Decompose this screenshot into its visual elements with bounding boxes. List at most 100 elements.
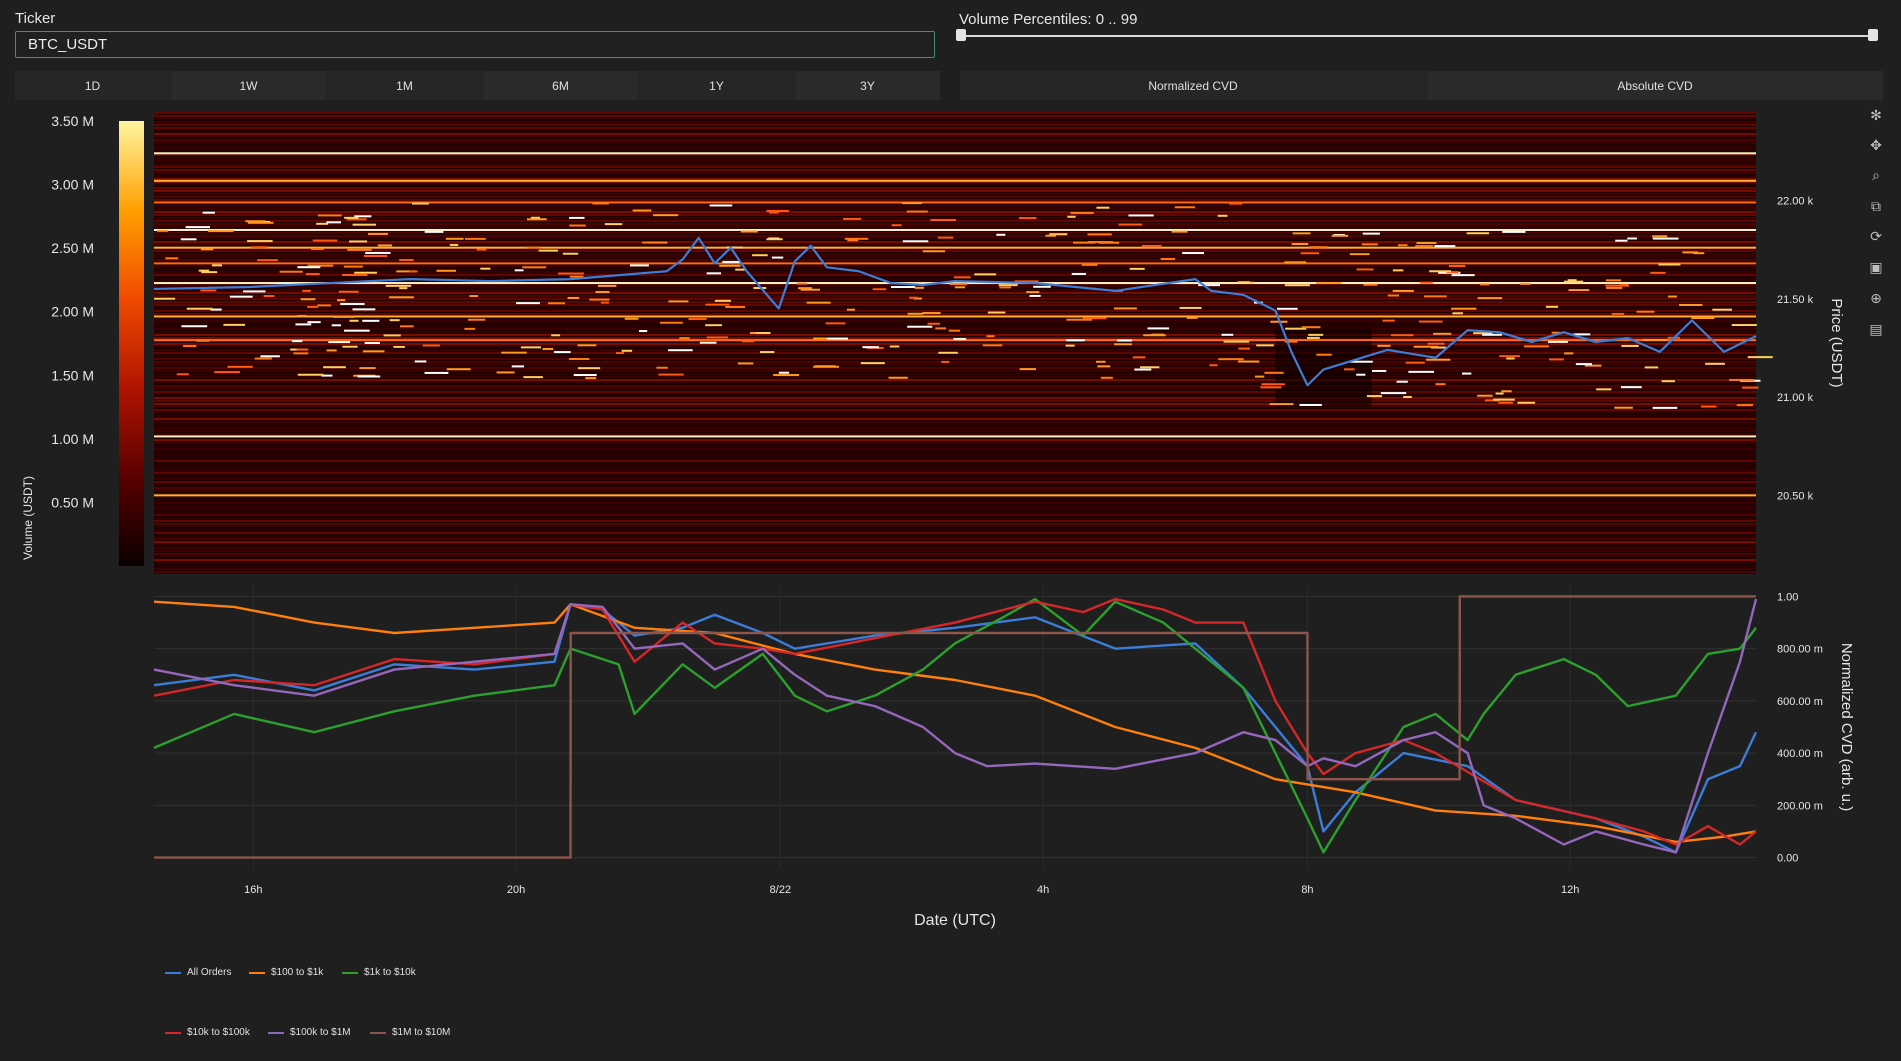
heatmap-cell bbox=[523, 376, 543, 379]
heatmap-row bbox=[154, 469, 1756, 471]
legend-item-1k-to-10k[interactable]: $1k to $10k bbox=[342, 967, 416, 978]
heatmap-cell bbox=[949, 283, 968, 286]
legend-item-1m-to-10m[interactable]: $1M to $10M bbox=[370, 1027, 450, 1038]
heatmap-cell bbox=[847, 239, 859, 242]
heatmap-cell bbox=[227, 365, 253, 368]
price-axis: 22.00 k 21.50 k 21.00 k 20.50 k bbox=[1777, 195, 1814, 502]
heatmap-cell bbox=[1682, 251, 1699, 254]
cvd-y-axis: 1.00 800.00 m 600.00 m 400.00 m 200.00 m 0.00 bbox=[1777, 591, 1823, 864]
heatmap-row bbox=[154, 124, 1756, 126]
tab-1w[interactable]: 1W bbox=[171, 71, 327, 100]
heatmap-row bbox=[154, 475, 1756, 477]
legend-item-100-to-1k[interactable]: $100 to $1k bbox=[249, 967, 323, 978]
tab-1m[interactable]: 1M bbox=[327, 71, 483, 100]
heatmap-cell bbox=[223, 323, 246, 326]
heatmap-row bbox=[154, 343, 1756, 345]
heatmap-cell bbox=[254, 357, 272, 360]
heatmap-cell bbox=[1066, 318, 1093, 321]
heatmap-cell bbox=[1147, 327, 1170, 330]
heatmap-cell bbox=[1238, 347, 1251, 350]
heatmap-cell bbox=[1661, 380, 1675, 383]
heatmap-row bbox=[154, 418, 1756, 420]
comment-icon[interactable]: ▤ bbox=[1867, 320, 1885, 338]
heatmap-row bbox=[154, 118, 1756, 120]
heatmap-row bbox=[154, 121, 1756, 123]
tab-1y[interactable]: 1Y bbox=[639, 71, 795, 100]
heatmap-cell bbox=[719, 264, 741, 267]
heatmap-cell bbox=[176, 373, 189, 376]
heatmap-row bbox=[154, 325, 1756, 327]
heatmap-cell bbox=[338, 290, 359, 293]
slider-handle-min[interactable] bbox=[956, 29, 966, 41]
legend-swatch bbox=[268, 1031, 284, 1034]
heatmap-cell bbox=[514, 269, 524, 272]
legend-item-100k-to-1m[interactable]: $100k to $1M bbox=[268, 1027, 351, 1038]
cvd-tick: 0.00 bbox=[1777, 853, 1798, 865]
heatmap-row bbox=[154, 502, 1756, 504]
plotly-logo-icon[interactable]: ✻ bbox=[1867, 106, 1885, 124]
heatmap-cell bbox=[907, 312, 924, 315]
heatmap-cell bbox=[297, 315, 307, 318]
heatmap-cell bbox=[291, 340, 303, 343]
heatmap-cell bbox=[296, 348, 309, 351]
heatmap-cell bbox=[1113, 307, 1137, 310]
heatmap-cell bbox=[342, 345, 358, 348]
heatmap-cell bbox=[257, 259, 278, 262]
heatmap-cell bbox=[1256, 344, 1274, 347]
heatmap-cell bbox=[1433, 332, 1452, 335]
heatmap-row bbox=[154, 442, 1756, 444]
heatmap-cell bbox=[1466, 232, 1490, 235]
heatmap-cell bbox=[1132, 356, 1146, 359]
tab-normalized-cvd[interactable]: Normalized CVD bbox=[960, 71, 1427, 100]
heatmap-cell bbox=[1658, 263, 1681, 266]
legend-item-all-orders[interactable]: All Orders bbox=[165, 967, 231, 978]
heatmap-cell bbox=[1712, 308, 1733, 311]
heatmap-cell bbox=[1614, 406, 1633, 409]
heatmap-cell bbox=[569, 216, 585, 219]
heatmap-cell bbox=[1435, 383, 1446, 386]
save-icon[interactable]: ▣ bbox=[1867, 258, 1885, 276]
heatmap-cell bbox=[889, 345, 900, 348]
heatmap-cell bbox=[297, 373, 324, 376]
zoom-box-icon[interactable]: ⧉ bbox=[1867, 197, 1885, 215]
legend-swatch bbox=[249, 971, 265, 974]
heatmap-cell bbox=[263, 295, 275, 298]
zoom-icon[interactable]: ⌕ bbox=[1867, 166, 1885, 184]
heatmap-row bbox=[154, 523, 1756, 525]
heatmap-cell bbox=[251, 246, 268, 249]
heatmap-cell bbox=[1067, 215, 1076, 218]
legend-swatch bbox=[370, 1031, 386, 1034]
heatmap-cell bbox=[383, 334, 401, 337]
heatmap-cell bbox=[1620, 283, 1629, 286]
heatmap-cell bbox=[813, 365, 839, 368]
tab-absolute-cvd[interactable]: Absolute CVD bbox=[1427, 71, 1884, 100]
reset-icon[interactable]: ⟳ bbox=[1867, 227, 1885, 245]
heatmap-cell bbox=[1292, 232, 1311, 235]
volume-percentile-slider[interactable] bbox=[960, 35, 1877, 37]
heatmap-cell bbox=[1482, 333, 1502, 336]
crosshair-icon[interactable]: ⊕ bbox=[1867, 289, 1885, 307]
heatmap-cell bbox=[1423, 295, 1447, 298]
pan-icon[interactable]: ✥ bbox=[1867, 136, 1885, 154]
heatmap-cell bbox=[568, 357, 590, 360]
cvd-tick: 800.00 m bbox=[1777, 644, 1823, 656]
heatmap-row bbox=[154, 454, 1756, 456]
heatmap-cell bbox=[1668, 295, 1677, 298]
tab-6m[interactable]: 6M bbox=[483, 71, 639, 100]
heatmap-cell bbox=[1361, 243, 1378, 246]
heatmap-cell bbox=[1501, 390, 1512, 393]
slider-handle-max[interactable] bbox=[1868, 29, 1878, 41]
heatmap-cell bbox=[1071, 272, 1086, 275]
legend-item-10k-to-100k[interactable]: $10k to $100k bbox=[165, 1027, 250, 1038]
heatmap-cell bbox=[317, 304, 331, 307]
heatmap-cell bbox=[621, 349, 633, 352]
heatmap-cell bbox=[577, 344, 597, 347]
heatmap-row bbox=[154, 559, 1756, 561]
heatmap-cell bbox=[668, 349, 693, 352]
ticker-input[interactable] bbox=[15, 31, 935, 58]
heatmap-cell bbox=[198, 269, 210, 272]
heatmap-cell bbox=[1636, 310, 1655, 313]
tab-1d[interactable]: 1D bbox=[15, 71, 171, 100]
tab-3y[interactable]: 3Y bbox=[795, 71, 941, 100]
volume-percentiles-label: Volume Percentiles: 0 .. 99 bbox=[959, 11, 1138, 28]
